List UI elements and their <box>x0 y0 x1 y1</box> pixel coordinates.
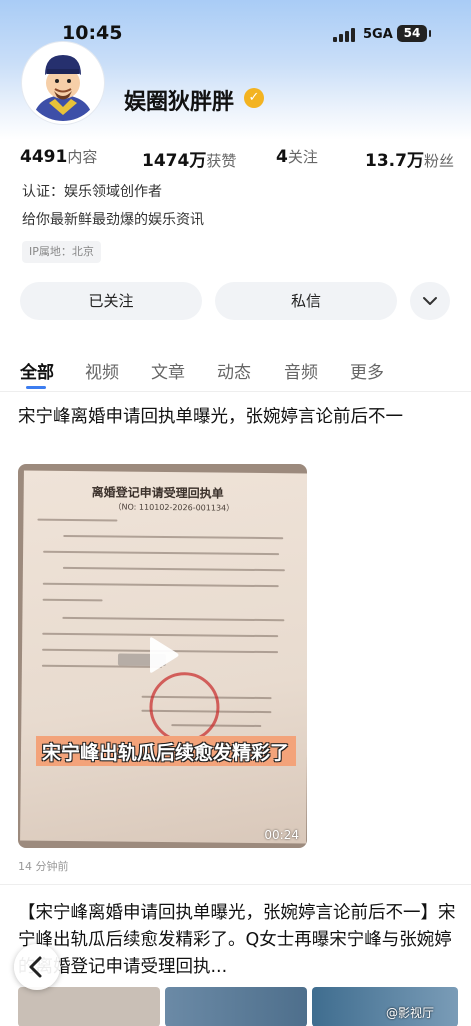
stat-content[interactable]: 4491内容 <box>20 146 97 167</box>
watermark: @影视厅 <box>386 1006 435 1020</box>
video-card[interactable]: 离婚登记申请受理回执单 （NO: 110102-2026-001134） 宋宁峰… <box>18 464 307 848</box>
avatar-cartoon-icon <box>25 45 101 121</box>
avatar[interactable] <box>22 42 104 124</box>
battery-icon: 54 <box>397 25 431 42</box>
stat-label: 关注 <box>287 148 318 166</box>
stat-value: 13.7万 <box>365 151 424 171</box>
document-title: 离婚登记申请受理回执单 <box>91 485 224 501</box>
tab-all[interactable]: 全部 <box>20 358 54 383</box>
tab-article[interactable]: 文章 <box>151 358 185 383</box>
post-timestamp: 14 分钟前 <box>18 860 69 873</box>
stat-followers[interactable]: 13.7万粉丝 <box>365 146 454 171</box>
thumbnail-image[interactable] <box>165 987 307 1026</box>
ip-location-badge: IP属地：北京 <box>22 241 101 263</box>
more-actions-button[interactable] <box>410 282 450 320</box>
post-title[interactable]: 宋宁峰离婚申请回执单曝光，张婉婷言论前后不一 <box>18 404 458 431</box>
back-button[interactable] <box>14 944 60 990</box>
thumbnail-image[interactable] <box>18 987 160 1026</box>
signal-icon <box>333 28 355 42</box>
tab-moments[interactable]: 动态 <box>217 358 251 383</box>
video-caption: 宋宁峰出轨瓜后续愈发精彩了 <box>42 742 290 764</box>
active-tab-indicator <box>26 386 46 389</box>
bio-text: 给你最新鲜最劲爆的娱乐资讯 <box>22 212 204 228</box>
stat-value: 4 <box>276 147 288 167</box>
stat-label: 粉丝 <box>423 152 454 170</box>
video-duration: 00:24 <box>264 828 299 842</box>
profile-name: 娱圈狄胖胖 <box>124 90 235 115</box>
tab-audio[interactable]: 音频 <box>284 358 318 383</box>
stat-value: 4491 <box>20 147 68 167</box>
tab-video[interactable]: 视频 <box>85 358 119 383</box>
tab-more[interactable]: 更多 <box>350 358 384 383</box>
stat-label: 内容 <box>67 148 98 166</box>
message-button[interactable]: 私信 <box>215 282 397 320</box>
post-text[interactable]: 【宋宁峰离婚申请回执单曝光，张婉婷言论前后不一】宋宁峰出轨瓜后续愈发精彩了。Q女… <box>18 900 458 981</box>
status-time: 10:45 <box>62 22 123 44</box>
followed-button[interactable]: 已关注 <box>20 282 202 320</box>
document-number: （NO: 110102-2026-001134） <box>113 502 235 513</box>
certification-text: 认证：娱乐领域创作者 <box>22 184 162 200</box>
stat-likes[interactable]: 1474万获赞 <box>142 146 236 171</box>
verified-badge-icon: ✓ <box>244 88 264 108</box>
thumbnail-image[interactable] <box>312 987 458 1026</box>
network-type: 5GA <box>363 27 393 42</box>
stat-following[interactable]: 4关注 <box>276 146 318 167</box>
stat-value: 1474万 <box>142 151 207 171</box>
chevron-left-icon <box>29 956 42 978</box>
profile-stats: 4491内容 1474万获赞 4关注 13.7万粉丝 <box>20 146 460 171</box>
chevron-down-icon <box>423 297 437 305</box>
play-icon[interactable] <box>146 636 180 674</box>
divider <box>0 884 471 885</box>
battery-level: 54 <box>403 26 421 40</box>
red-stamp <box>149 671 220 743</box>
content-tabs: 全部 视频 文章 动态 音频 更多 <box>0 352 471 392</box>
stat-label: 获赞 <box>206 152 237 170</box>
